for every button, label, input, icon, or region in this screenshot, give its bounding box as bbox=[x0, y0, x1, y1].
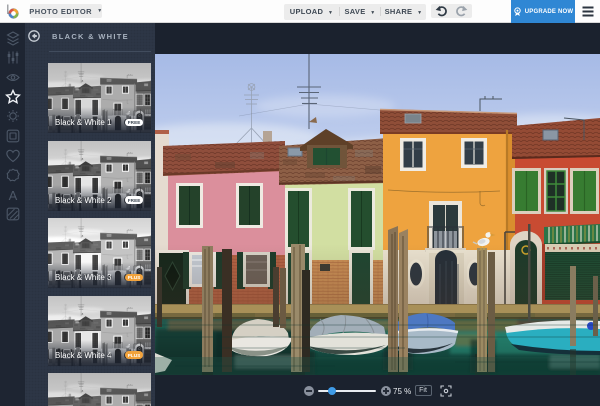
svg-text:A: A bbox=[8, 188, 17, 202]
